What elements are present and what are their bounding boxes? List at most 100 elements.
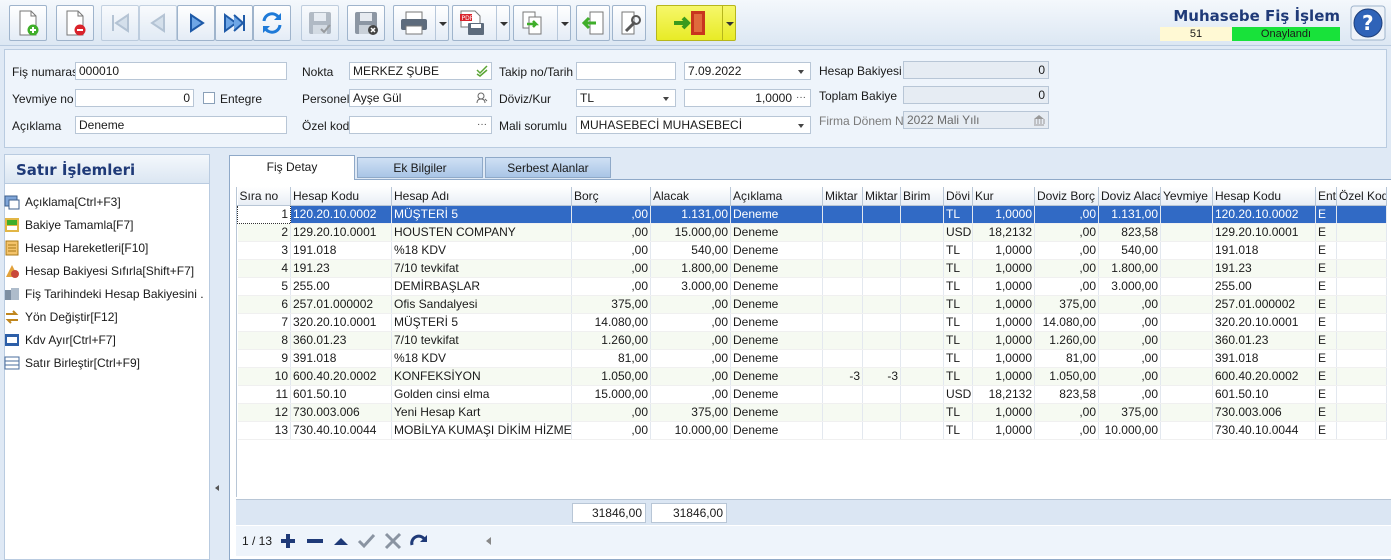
new-button[interactable] <box>9 5 47 41</box>
tab-fis-detay[interactable]: Fiş Detay <box>229 155 355 180</box>
table-cell[interactable] <box>900 367 944 386</box>
table-cell[interactable] <box>862 223 901 242</box>
table-cell[interactable]: TL <box>943 331 973 350</box>
table-cell[interactable] <box>862 295 901 314</box>
table-cell[interactable]: ,00 <box>571 205 651 224</box>
table-cell[interactable] <box>1336 205 1387 224</box>
column-header[interactable]: Doviz Borç <box>1034 187 1099 206</box>
row-op-item[interactable]: Yön Değiştir[F12] <box>4 307 204 327</box>
takip-no-input[interactable] <box>576 62 676 80</box>
table-cell[interactable] <box>1160 313 1213 332</box>
table-cell[interactable] <box>1336 295 1387 314</box>
table-cell[interactable]: 7/10 tevkifat <box>391 259 572 278</box>
voucher-lines-grid[interactable]: Sıra no Hesap Kodu Hesap Adı Borç Alacak Açık… <box>236 187 1391 497</box>
table-cell[interactable]: DEMİRBAŞLAR <box>391 277 572 296</box>
table-cell[interactable] <box>1336 223 1387 242</box>
tab-serbest-alanlar[interactable]: Serbest Alanlar <box>485 157 611 178</box>
table-cell[interactable]: 1.260,00 <box>1034 331 1099 350</box>
table-cell[interactable]: 1,0000 <box>972 403 1035 422</box>
table-cell[interactable]: E <box>1315 295 1337 314</box>
table-cell[interactable]: E <box>1315 277 1337 296</box>
table-cell[interactable]: 1,0000 <box>972 421 1035 440</box>
table-cell[interactable] <box>1336 403 1387 422</box>
table-cell[interactable]: 1.050,00 <box>571 367 651 386</box>
table-cell[interactable]: ,00 <box>1034 241 1099 260</box>
scroll-left-icon[interactable] <box>486 537 491 545</box>
yevmiye-no-input[interactable]: 0 <box>75 89 194 107</box>
table-cell[interactable]: TL <box>943 241 973 260</box>
table-cell[interactable]: 6 <box>237 295 291 314</box>
table-cell[interactable]: 730.003.006 <box>1212 403 1316 422</box>
table-cell[interactable]: 3 <box>237 241 291 260</box>
table-cell[interactable]: E <box>1315 349 1337 368</box>
table-row[interactable]: 5 255.00 DEMİRBAŞLAR ,00 3.000,00 Deneme TL 1,0… <box>237 277 1387 296</box>
table-cell[interactable] <box>862 241 901 260</box>
table-cell[interactable]: E <box>1315 421 1337 440</box>
doviz-select[interactable]: TL <box>576 89 676 107</box>
tab-ek-bilgiler[interactable]: Ek Bilgiler <box>357 157 483 178</box>
table-cell[interactable]: 4 <box>237 259 291 278</box>
table-cell[interactable]: %18 KDV <box>391 349 572 368</box>
table-cell[interactable] <box>1160 259 1213 278</box>
table-cell[interactable]: Deneme <box>730 331 823 350</box>
table-cell[interactable]: ,00 <box>1034 403 1099 422</box>
table-cell[interactable]: ,00 <box>1098 331 1161 350</box>
table-cell[interactable] <box>822 349 863 368</box>
table-cell[interactable]: TL <box>943 313 973 332</box>
table-cell[interactable] <box>900 205 944 224</box>
table-cell[interactable]: ,00 <box>1034 421 1099 440</box>
ellipsis-icon[interactable]: ··· <box>477 117 487 133</box>
chevron-down-icon[interactable] <box>663 97 669 101</box>
table-cell[interactable] <box>900 403 944 422</box>
table-cell[interactable]: ,00 <box>571 421 651 440</box>
column-header[interactable]: Hesap Adı <box>391 187 572 206</box>
first-record-button[interactable] <box>101 5 139 41</box>
table-cell[interactable]: 360.01.23 <box>1212 331 1316 350</box>
table-cell[interactable]: TL <box>943 259 973 278</box>
table-cell[interactable]: 2 <box>237 223 291 242</box>
refresh-button[interactable] <box>253 5 291 41</box>
table-cell[interactable]: Deneme <box>730 295 823 314</box>
table-cell[interactable]: MOBİLYA KUMAŞI DİKİM HİZMETİ <box>391 421 572 440</box>
table-cell[interactable]: 9 <box>237 349 291 368</box>
row-op-item[interactable]: Hesap Bakiyesi Sıfırla[Shift+F7] <box>4 261 204 281</box>
print-dropdown[interactable] <box>435 6 448 40</box>
table-cell[interactable]: Deneme <box>730 313 823 332</box>
table-cell[interactable] <box>900 241 944 260</box>
table-cell[interactable]: 1,0000 <box>972 349 1035 368</box>
help-icon[interactable]: ? <box>1350 5 1386 41</box>
import-button[interactable] <box>576 5 610 41</box>
exit-dropdown[interactable] <box>722 6 735 40</box>
table-cell[interactable] <box>1336 349 1387 368</box>
table-row[interactable]: 13 730.40.10.0044 MOBİLYA KUMAŞI DİKİM HİZ… <box>237 421 1387 440</box>
table-row[interactable]: 11 601.50.10 Golden cinsi elma 15.000,00,00… <box>237 385 1387 404</box>
table-cell[interactable]: E <box>1315 403 1337 422</box>
table-cell[interactable]: 391.018 <box>1212 349 1316 368</box>
table-cell[interactable]: -3 <box>862 367 901 386</box>
table-cell[interactable]: 120.20.10.0002 <box>290 205 392 224</box>
table-cell[interactable]: 601.50.10 <box>290 385 392 404</box>
table-cell[interactable]: MÜŞTERİ 5 <box>391 313 572 332</box>
table-cell[interactable]: 14.080,00 <box>1034 313 1099 332</box>
table-cell[interactable]: ,00 <box>1034 277 1099 296</box>
table-cell[interactable] <box>1160 403 1213 422</box>
table-row[interactable]: 12 730.003.006 Yeni Hesap Kart ,00 375,00 Den… <box>237 403 1387 422</box>
table-cell[interactable]: ,00 <box>1034 259 1099 278</box>
table-cell[interactable]: 375,00 <box>1034 295 1099 314</box>
table-cell[interactable]: E <box>1315 331 1337 350</box>
table-cell[interactable] <box>1336 277 1387 296</box>
table-cell[interactable] <box>1336 313 1387 332</box>
chevron-down-icon[interactable] <box>798 124 804 128</box>
table-cell[interactable]: 360.01.23 <box>290 331 392 350</box>
table-cell[interactable]: 1,0000 <box>972 313 1035 332</box>
tarih-date-picker[interactable]: 7.09.2022 <box>684 62 811 80</box>
table-cell[interactable] <box>1336 421 1387 440</box>
table-cell[interactable]: 8 <box>237 331 291 350</box>
table-cell[interactable] <box>900 385 944 404</box>
table-cell[interactable] <box>1336 385 1387 404</box>
delete-button[interactable] <box>56 5 94 41</box>
table-cell[interactable]: 14.080,00 <box>571 313 651 332</box>
table-row[interactable]: 7 320.20.10.0001 MÜŞTERİ 5 14.080,00,00 Dene… <box>237 313 1387 332</box>
column-header[interactable]: Ent <box>1315 187 1337 206</box>
table-cell[interactable] <box>862 421 901 440</box>
